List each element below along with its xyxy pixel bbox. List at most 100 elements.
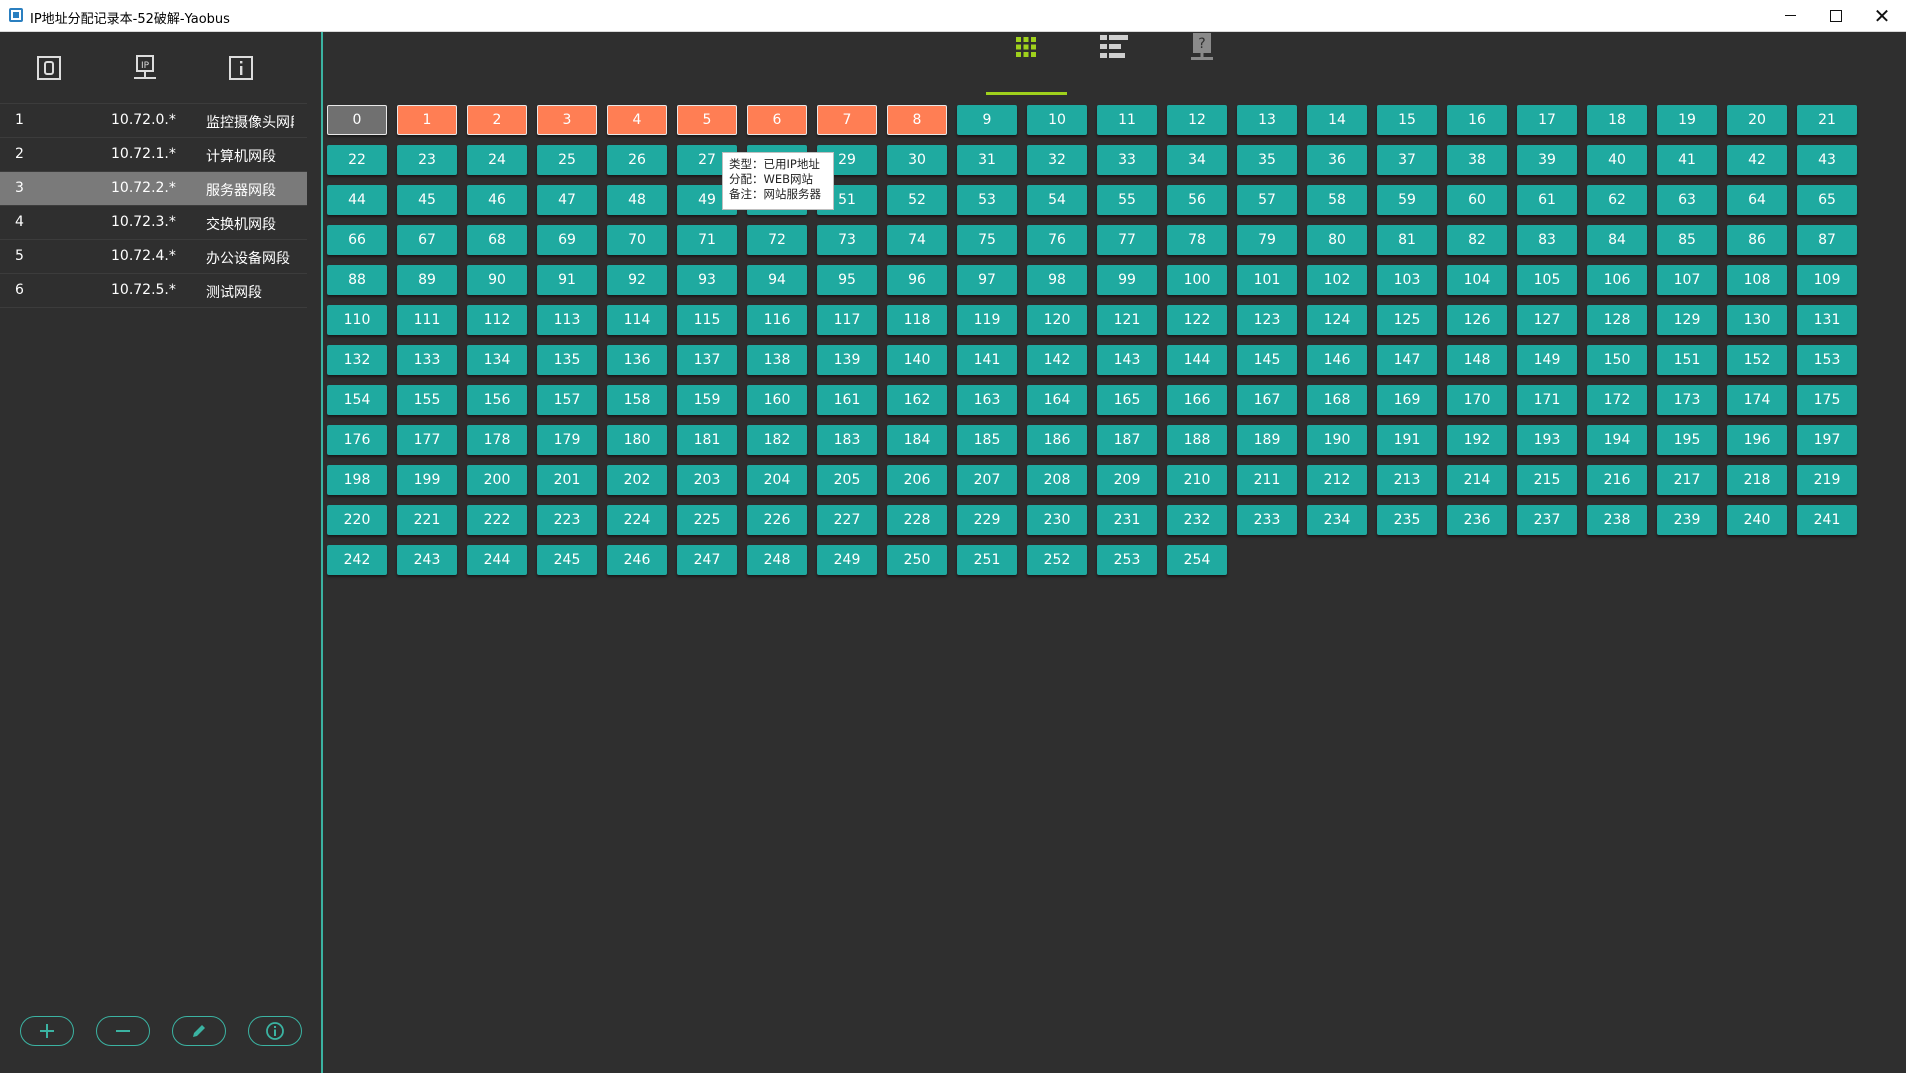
ip-cell[interactable]: 230 <box>1027 505 1087 535</box>
ip-cell[interactable]: 113 <box>537 305 597 335</box>
ip-cell[interactable]: 210 <box>1167 465 1227 495</box>
ip-cell[interactable]: 99 <box>1097 265 1157 295</box>
ip-cell[interactable]: 233 <box>1237 505 1297 535</box>
ip-cell[interactable]: 85 <box>1657 225 1717 255</box>
ip-cell[interactable]: 135 <box>537 345 597 375</box>
ip-cell[interactable]: 145 <box>1237 345 1297 375</box>
ip-cell[interactable]: 252 <box>1027 545 1087 575</box>
ip-cell[interactable]: 68 <box>467 225 527 255</box>
ip-cell[interactable]: 78 <box>1167 225 1227 255</box>
ip-cell[interactable]: 219 <box>1797 465 1857 495</box>
ip-cell[interactable]: 35 <box>1237 145 1297 175</box>
ip-cell[interactable]: 88 <box>327 265 387 295</box>
ip-cell[interactable]: 212 <box>1307 465 1367 495</box>
ip-cell[interactable]: 217 <box>1657 465 1717 495</box>
ip-cell[interactable]: 105 <box>1517 265 1577 295</box>
ip-cell[interactable]: 31 <box>957 145 1017 175</box>
ip-cell[interactable]: 41 <box>1657 145 1717 175</box>
ip-cell[interactable]: 13 <box>1237 105 1297 135</box>
ip-cell[interactable]: 33 <box>1097 145 1157 175</box>
ip-cell[interactable]: 38 <box>1447 145 1507 175</box>
ip-cell[interactable]: 146 <box>1307 345 1367 375</box>
ip-cell[interactable]: 96 <box>887 265 947 295</box>
ip-cell[interactable]: 108 <box>1727 265 1787 295</box>
ip-cell[interactable]: 235 <box>1377 505 1437 535</box>
ip-cell[interactable]: 223 <box>537 505 597 535</box>
ip-cell[interactable]: 19 <box>1657 105 1717 135</box>
ip-cell[interactable]: 150 <box>1587 345 1647 375</box>
ip-cell[interactable]: 83 <box>1517 225 1577 255</box>
ip-cell[interactable]: 133 <box>397 345 457 375</box>
ip-cell[interactable]: 114 <box>607 305 667 335</box>
ip-cell[interactable]: 207 <box>957 465 1017 495</box>
ip-cell[interactable]: 173 <box>1657 385 1717 415</box>
ip-cell[interactable]: 59 <box>1377 185 1437 215</box>
ip-cell[interactable]: 70 <box>607 225 667 255</box>
ip-cell[interactable]: 186 <box>1027 425 1087 455</box>
ip-cell[interactable]: 203 <box>677 465 737 495</box>
ip-cell[interactable]: 221 <box>397 505 457 535</box>
ip-cell[interactable]: 65 <box>1797 185 1857 215</box>
ip-cell[interactable]: 229 <box>957 505 1017 535</box>
ip-cell[interactable]: 30 <box>887 145 947 175</box>
ip-cell[interactable]: 246 <box>607 545 667 575</box>
ip-cell[interactable]: 185 <box>957 425 1017 455</box>
info-box-icon[interactable] <box>225 52 257 84</box>
segment-row[interactable]: 2 10.72.1.* 计算机网段 <box>0 138 307 172</box>
ip-cell[interactable]: 123 <box>1237 305 1297 335</box>
ip-cell[interactable]: 192 <box>1447 425 1507 455</box>
ip-cell[interactable]: 225 <box>677 505 737 535</box>
ip-cell[interactable]: 87 <box>1797 225 1857 255</box>
ip-cell[interactable]: 204 <box>747 465 807 495</box>
ip-cell[interactable]: 43 <box>1797 145 1857 175</box>
ip-cell[interactable]: 154 <box>327 385 387 415</box>
ip-cell[interactable]: 60 <box>1447 185 1507 215</box>
ip-cell[interactable]: 187 <box>1097 425 1157 455</box>
ip-cell[interactable]: 193 <box>1517 425 1577 455</box>
ip-cell[interactable]: 62 <box>1587 185 1647 215</box>
ip-cell[interactable]: 7 <box>817 105 877 135</box>
ip-network-icon[interactable]: IP <box>129 52 161 84</box>
ip-cell[interactable]: 100 <box>1167 265 1227 295</box>
ip-cell[interactable]: 121 <box>1097 305 1157 335</box>
ip-cell[interactable]: 200 <box>467 465 527 495</box>
ip-cell[interactable]: 214 <box>1447 465 1507 495</box>
ip-cell[interactable]: 220 <box>327 505 387 535</box>
ip-cell[interactable]: 93 <box>677 265 737 295</box>
ip-cell[interactable]: 244 <box>467 545 527 575</box>
segment-row[interactable]: 5 10.72.4.* 办公设备网段 <box>0 240 307 274</box>
ip-cell[interactable]: 239 <box>1657 505 1717 535</box>
tab-unknown-host[interactable]: ? <box>1163 18 1241 76</box>
tab-list-view[interactable] <box>1075 18 1153 76</box>
ip-cell[interactable]: 81 <box>1377 225 1437 255</box>
ip-cell[interactable]: 165 <box>1097 385 1157 415</box>
ip-cell[interactable]: 40 <box>1587 145 1647 175</box>
close-button[interactable]: ✕ <box>1859 0 1905 31</box>
ip-cell[interactable]: 75 <box>957 225 1017 255</box>
minimize-button[interactable] <box>1767 0 1813 31</box>
ip-cell[interactable]: 102 <box>1307 265 1367 295</box>
ip-cell[interactable]: 20 <box>1727 105 1787 135</box>
add-button[interactable] <box>20 1016 74 1046</box>
ip-cell[interactable]: 166 <box>1167 385 1227 415</box>
ip-cell[interactable]: 67 <box>397 225 457 255</box>
ip-cell[interactable]: 130 <box>1727 305 1787 335</box>
ip-cell[interactable]: 155 <box>397 385 457 415</box>
ip-cell[interactable]: 201 <box>537 465 597 495</box>
ip-cell[interactable]: 254 <box>1167 545 1227 575</box>
ip-cell[interactable]: 90 <box>467 265 527 295</box>
ip-cell[interactable]: 52 <box>887 185 947 215</box>
ip-cell[interactable]: 170 <box>1447 385 1507 415</box>
ip-cell[interactable]: 24 <box>467 145 527 175</box>
ip-cell[interactable]: 234 <box>1307 505 1367 535</box>
ip-cell[interactable]: 144 <box>1167 345 1227 375</box>
ip-cell[interactable]: 73 <box>817 225 877 255</box>
ip-cell[interactable]: 156 <box>467 385 527 415</box>
ip-cell[interactable]: 151 <box>1657 345 1717 375</box>
ip-cell[interactable]: 194 <box>1587 425 1647 455</box>
ip-cell[interactable]: 167 <box>1237 385 1297 415</box>
ip-cell[interactable]: 1 <box>397 105 457 135</box>
segment-row[interactable]: 3 10.72.2.* 服务器网段 <box>0 172 307 206</box>
ip-cell[interactable]: 44 <box>327 185 387 215</box>
ip-cell[interactable]: 82 <box>1447 225 1507 255</box>
